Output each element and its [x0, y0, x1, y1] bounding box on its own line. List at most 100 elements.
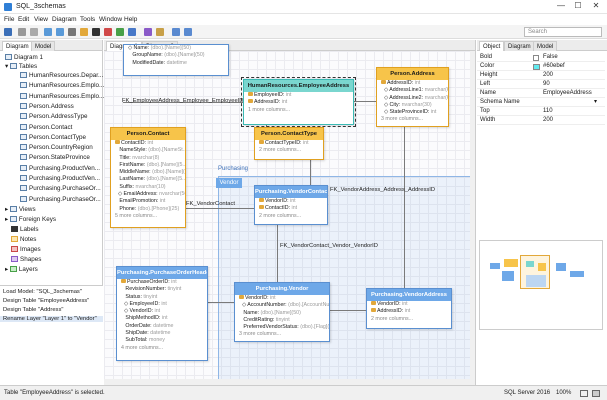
tab-object[interactable]: Object	[479, 41, 505, 51]
hand-icon[interactable]	[30, 28, 38, 36]
zoom-level[interactable]: 100%	[556, 390, 571, 396]
entity-purchase-order-header[interactable]: Purchasing.PurchaseOrderHeader PurchaseO…	[116, 266, 208, 361]
chevron-down-icon[interactable]: ▾	[594, 98, 597, 107]
property-row-bold[interactable]: Bold False	[477, 53, 605, 62]
relation-label-vendor-contact-vendor[interactable]: FK_VendorContact_Vendor_VendorID	[280, 243, 378, 249]
relation-label-vendor-contact[interactable]: FK_VendorContact	[186, 201, 235, 207]
snap-toggle-icon[interactable]	[592, 390, 600, 397]
property-row-color[interactable]: Color #60ebef	[477, 62, 605, 71]
more-columns[interactable]: 5 more columns...	[111, 213, 185, 220]
pointer-icon[interactable]	[18, 28, 26, 36]
overview-minimap[interactable]	[479, 240, 603, 330]
more-columns[interactable]: 2 more columns...	[255, 147, 323, 154]
tree-table-item[interactable]: Purchasing.PurchaseOr...	[20, 185, 101, 192]
maximize-button[interactable]: ☐	[570, 1, 586, 10]
menu-file[interactable]: File	[4, 16, 14, 23]
vertical-scrollbar[interactable]	[470, 51, 475, 385]
more-columns[interactable]: 3 more columns...	[377, 116, 448, 123]
entity-title: Person.Contact	[111, 128, 185, 140]
entity-vendor-address[interactable]: Purchasing.VendorAddress VendorID: int A…	[366, 288, 452, 329]
tree-views-node[interactable]: ▸ Views	[5, 206, 36, 213]
tree-table-item[interactable]: Person.StateProvince	[20, 154, 90, 161]
log-entry-selected[interactable]: Rename Layer "Layer 1" to "Vendor"	[0, 316, 103, 322]
entity-person-address[interactable]: Person.Address AddressID: int ◇ AddressL…	[376, 67, 449, 127]
label-icon[interactable]	[92, 28, 100, 36]
property-row-schema-name[interactable]: Schema Name ▾	[477, 98, 605, 107]
shape-icon[interactable]	[116, 28, 124, 36]
column-row: ModifiedDate: datetime	[132, 59, 187, 66]
left-panel-tabs: Diagram Model	[0, 40, 102, 51]
menu-window[interactable]: Window	[99, 16, 122, 23]
tree-table-item[interactable]: HumanResources.Depar...	[20, 72, 103, 79]
tab-model[interactable]: Model	[31, 41, 56, 51]
distribute-icon[interactable]	[184, 28, 192, 36]
relation-label-employee-address[interactable]: FK_EmployeeAddress_Employee_EmployeeID	[122, 98, 243, 104]
entity-vendor[interactable]: Purchasing.Vendor VendorID: int ◇ Accoun…	[234, 282, 330, 342]
minimize-button[interactable]: —	[553, 1, 569, 10]
more-columns[interactable]: 4 more columns...	[117, 345, 207, 352]
diagram-canvas[interactable]: Diagram 1 Diagram 2 Purchasing Vendor FK…	[104, 40, 476, 385]
column-row: VendorID: int	[367, 301, 451, 308]
tree-table-item[interactable]: Person.AddressType	[20, 113, 87, 120]
more-columns[interactable]: 1 more columns...	[244, 107, 353, 114]
layer-2-icon[interactable]	[144, 28, 152, 36]
relation-label-vendor-address[interactable]: FK_VendorAddress_Address_AddressID	[330, 187, 435, 193]
close-button[interactable]: ✕	[588, 1, 604, 10]
layer-icon[interactable]	[128, 28, 136, 36]
grid-toggle-icon[interactable]	[580, 390, 588, 397]
entity-person-contact[interactable]: Person.Contact ContactID: int NameStyle:…	[110, 127, 186, 228]
property-row-width[interactable]: Width 200	[477, 116, 605, 125]
image-icon[interactable]	[104, 28, 112, 36]
table-icon	[20, 195, 27, 202]
tree-table-item[interactable]: Person.Contact	[20, 123, 72, 131]
align-icon[interactable]	[172, 28, 180, 36]
more-columns[interactable]: 3 more columns...	[235, 331, 329, 338]
tree-table-item[interactable]: Person.CountryRegion	[20, 144, 93, 151]
layer-label-vendor[interactable]: Vendor	[216, 178, 242, 188]
more-columns[interactable]: 2 more columns...	[255, 213, 327, 220]
tab-model-props[interactable]: Model	[533, 41, 558, 51]
foreign-key-icon[interactable]	[68, 28, 76, 36]
tree-foreign-keys-node[interactable]: ▸ Foreign Keys	[5, 216, 56, 223]
tree-table-item[interactable]: Purchasing.PurchaseOr...	[20, 195, 101, 203]
tree-diagram-root[interactable]: Diagram 1	[5, 54, 43, 61]
entity-partial-top[interactable]: ◇ Name: (dbo).[Name](50) GroupName: (dbo…	[123, 44, 229, 76]
property-row-top[interactable]: Top 110	[477, 107, 605, 116]
tab-diagram[interactable]: Diagram	[2, 41, 33, 51]
tree-table-item[interactable]: HumanResources.Emplo...	[20, 82, 104, 89]
minimap-entity	[526, 275, 546, 287]
tree-labels-node[interactable]: Labels	[11, 226, 39, 233]
menu-help[interactable]: Help	[124, 16, 137, 23]
menu-tools[interactable]: Tools	[80, 16, 95, 23]
tree-table-item[interactable]: Purchasing.ProductVen...	[20, 175, 100, 182]
tab-diagram-props[interactable]: Diagram	[504, 41, 535, 51]
property-row-left[interactable]: Left 90	[477, 80, 605, 89]
entity-person-contacttype[interactable]: Person.ContactType ContactTypeID: int 2 …	[254, 127, 324, 160]
column-row: PreferredVendorStatus: (dbo).[Flag](1)	[243, 324, 329, 331]
tree-table-item[interactable]: Person.Address	[20, 102, 74, 110]
entity-vendor-contact[interactable]: Purchasing.VendorContact VendorID: int C…	[254, 185, 328, 225]
save-icon[interactable]	[4, 28, 12, 36]
menu-diagram[interactable]: Diagram	[52, 16, 77, 23]
tree-shapes-node[interactable]: Shapes	[11, 256, 41, 263]
note-icon[interactable]	[80, 28, 88, 36]
tree-images-node[interactable]: Images	[11, 246, 41, 253]
tree-table-item[interactable]: Person.ContactType	[20, 133, 86, 141]
layer-label-purchasing: Purchasing	[218, 166, 249, 172]
property-row-height[interactable]: Height 200	[477, 71, 605, 80]
entity-employee-address[interactable]: HumanResources.EmployeeAddress EmployeeI…	[241, 77, 356, 127]
tree-layers-node[interactable]: ▸ Layers	[5, 266, 38, 273]
more-columns[interactable]: 2 more columns...	[367, 316, 451, 323]
new-view-icon[interactable]	[56, 28, 64, 36]
tree-tables-node[interactable]: ▾ Tables	[5, 63, 37, 70]
layer-3-icon[interactable]	[156, 28, 164, 36]
new-table-icon[interactable]	[44, 28, 52, 36]
tree-table-item[interactable]: Purchasing.ProductVen...	[20, 164, 100, 172]
tree-notes-node[interactable]: Notes	[11, 236, 36, 243]
menu-view[interactable]: View	[34, 16, 48, 23]
menu-edit[interactable]: Edit	[18, 16, 29, 23]
property-row-name[interactable]: Name EmployeeAddress	[477, 89, 605, 98]
tree-table-item[interactable]: HumanResources.Emplo...	[20, 92, 104, 100]
search-input[interactable]: Search	[524, 27, 602, 37]
column-row: AddressID: int	[377, 80, 448, 87]
